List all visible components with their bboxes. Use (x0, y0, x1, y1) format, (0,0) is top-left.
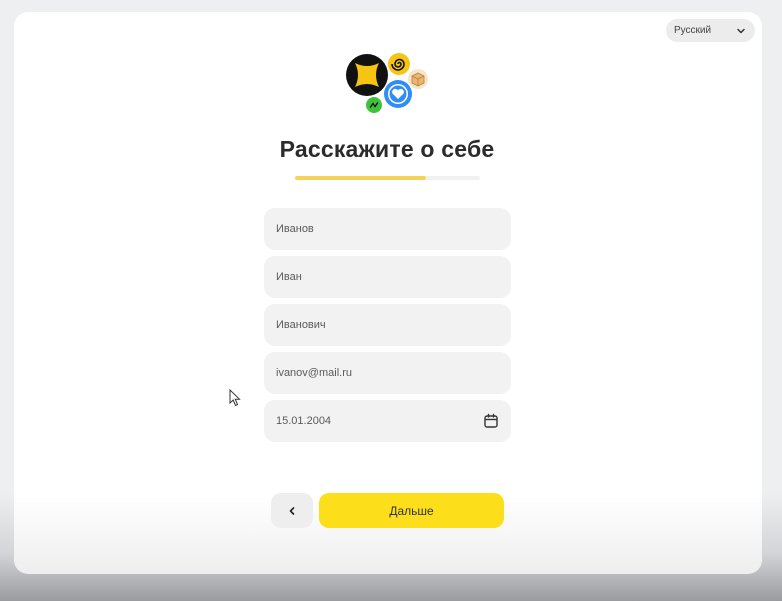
first-name-field[interactable]: Иван (264, 256, 511, 298)
birth-date-field[interactable]: 15.01.2004 (264, 400, 511, 442)
next-button-label: Дальше (389, 503, 434, 518)
middle-name-value: Иванович (276, 319, 326, 331)
progress-bar-fill (295, 176, 427, 180)
mouse-pointer-icon (229, 389, 241, 407)
language-select-value: Русский (674, 25, 712, 36)
progress-bar (295, 176, 480, 180)
calendar-icon[interactable] (483, 413, 499, 429)
chevron-left-icon (289, 506, 295, 515)
first-name-value: Иван (276, 271, 302, 283)
last-name-field[interactable]: Иванов (264, 208, 511, 250)
middle-name-field[interactable]: Иванович (264, 304, 511, 346)
page-title: Расскажите о себе (279, 136, 495, 162)
chevron-down-icon (737, 28, 745, 33)
brand-logo (346, 53, 428, 113)
language-select[interactable]: Русский (666, 19, 755, 42)
last-name-value: Иванов (276, 223, 314, 235)
email-field[interactable]: ivanov@mail.ru (264, 352, 511, 394)
birth-date-value: 15.01.2004 (276, 415, 332, 427)
back-button[interactable] (271, 493, 313, 528)
email-value: ivanov@mail.ru (276, 367, 352, 379)
next-button[interactable]: Дальше (319, 493, 504, 528)
